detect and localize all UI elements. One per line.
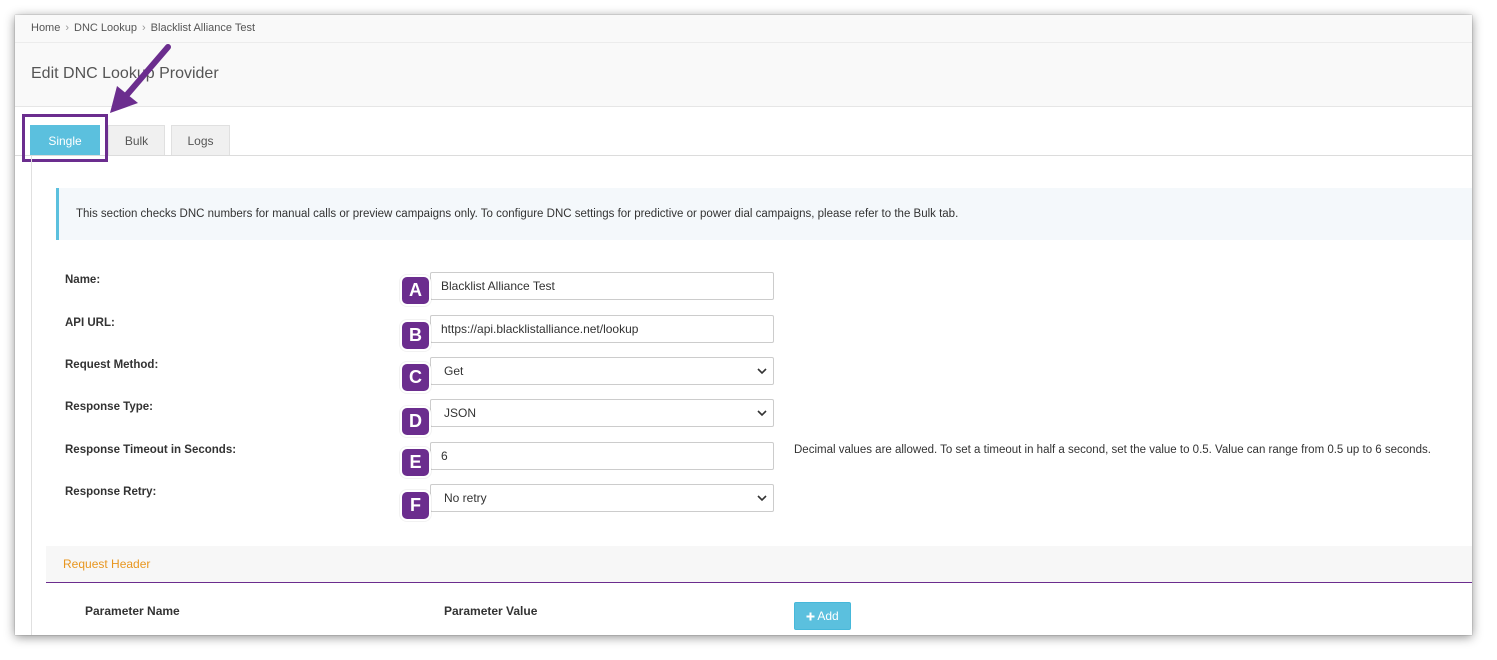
request-method-label: Request Method: xyxy=(65,359,159,371)
response-timeout-input[interactable]: 6 xyxy=(430,442,774,470)
response-type-value: JSON xyxy=(444,406,477,420)
page-header: Home › DNC Lookup › Blacklist Alliance T… xyxy=(15,15,1472,107)
api-url-input[interactable]: https://api.blacklistalliance.net/lookup xyxy=(430,315,774,343)
request-header-section: Request Header xyxy=(46,546,1472,583)
api-url-input-value: https://api.blacklistalliance.net/lookup xyxy=(441,322,639,336)
response-retry-label: Response Retry: xyxy=(65,486,157,498)
info-alert: This section checks DNC numbers for manu… xyxy=(56,188,1472,240)
chevron-right-icon: › xyxy=(142,22,146,34)
page-title: Edit DNC Lookup Provider xyxy=(31,65,219,82)
annotation-badge-c: C xyxy=(400,362,431,393)
request-method-value: Get xyxy=(444,364,464,378)
annotation-badge-b: B xyxy=(400,320,431,351)
divider xyxy=(15,42,1472,43)
annotation-badge-a: A xyxy=(400,275,431,306)
plus-icon xyxy=(806,612,815,620)
response-retry-value: No retry xyxy=(444,491,487,505)
app-window: Home › DNC Lookup › Blacklist Alliance T… xyxy=(15,15,1472,635)
add-parameter-button[interactable]: Add xyxy=(794,602,851,630)
annotation-badge-e: E xyxy=(400,447,431,478)
breadcrumb: Home › DNC Lookup › Blacklist Alliance T… xyxy=(31,22,255,34)
annotation-badge-d: D xyxy=(400,406,431,437)
chevron-down-icon xyxy=(757,410,767,417)
info-alert-text: This section checks DNC numbers for manu… xyxy=(76,208,959,220)
parameter-value-header: Parameter Value xyxy=(444,604,538,618)
tab-logs[interactable]: Logs xyxy=(171,125,230,155)
tab-bar: Single Bulk Logs xyxy=(15,123,1472,156)
response-type-select[interactable]: JSON xyxy=(430,399,774,427)
response-retry-select[interactable]: No retry xyxy=(430,484,774,512)
name-input-value: Blacklist Alliance Test xyxy=(441,279,555,293)
annotation-highlight-box xyxy=(22,114,108,162)
response-timeout-value: 6 xyxy=(441,449,448,463)
add-button-label: Add xyxy=(817,609,839,623)
response-timeout-label: Response Timeout in Seconds: xyxy=(65,444,237,456)
response-type-label: Response Type: xyxy=(65,401,153,413)
chevron-down-icon xyxy=(757,368,767,375)
breadcrumb-dnc-lookup[interactable]: DNC Lookup xyxy=(74,22,137,34)
response-timeout-help: Decimal values are allowed. To set a tim… xyxy=(794,444,1431,456)
api-url-label: API URL: xyxy=(65,317,115,329)
request-method-select[interactable]: Get xyxy=(430,357,774,385)
annotation-badge-f: F xyxy=(400,490,431,521)
name-label: Name: xyxy=(65,274,101,286)
request-header-title[interactable]: Request Header xyxy=(63,557,150,571)
breadcrumb-current: Blacklist Alliance Test xyxy=(150,22,256,34)
parameter-name-header: Parameter Name xyxy=(85,604,180,618)
chevron-right-icon: › xyxy=(65,22,70,34)
breadcrumb-home[interactable]: Home xyxy=(31,22,60,34)
divider xyxy=(31,156,32,635)
tab-bulk[interactable]: Bulk xyxy=(108,125,165,155)
chevron-down-icon xyxy=(757,495,767,502)
name-input[interactable]: Blacklist Alliance Test xyxy=(430,272,774,300)
